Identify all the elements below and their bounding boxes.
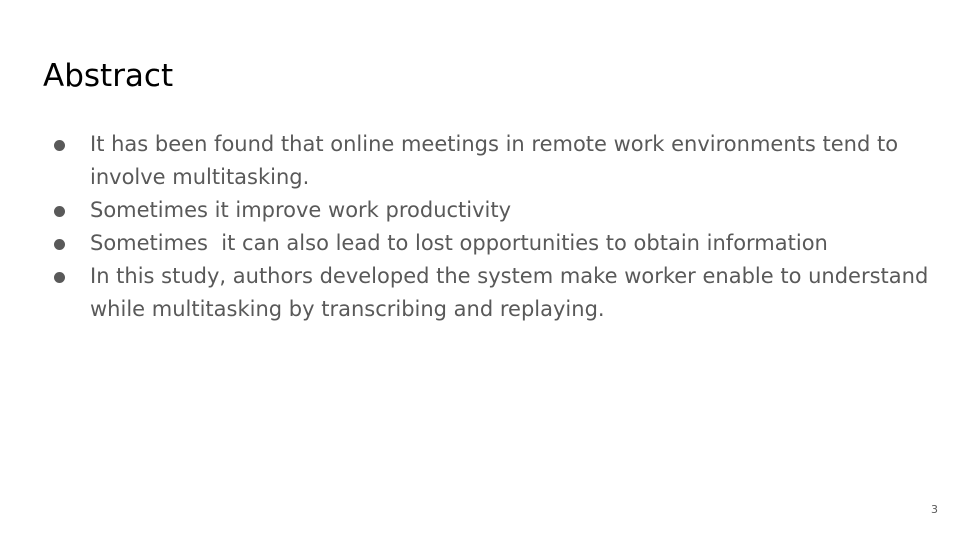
bullet-item: Sometimes it improve work productivity	[51, 194, 931, 227]
bullet-dot-icon	[54, 206, 65, 217]
page-number: 3	[931, 503, 938, 516]
bullet-list: It has been found that online meetings i…	[51, 128, 931, 326]
bullet-item: It has been found that online meetings i…	[51, 128, 931, 194]
bullet-dot-icon	[54, 272, 65, 283]
bullet-text: Sometimes it improve work productivity	[90, 198, 512, 222]
bullet-dot-icon	[54, 140, 65, 151]
bullet-text: In this study, authors developed the sys…	[90, 264, 935, 321]
bullet-dot-icon	[54, 239, 65, 250]
bullet-item: In this study, authors developed the sys…	[51, 260, 931, 326]
bullet-text: Sometimes it can also lead to lost oppor…	[90, 231, 828, 255]
bullet-text: It has been found that online meetings i…	[90, 132, 905, 189]
bullet-item: Sometimes it can also lead to lost oppor…	[51, 227, 931, 260]
slide: Abstract It has been found that online m…	[0, 0, 960, 540]
slide-title: Abstract	[43, 58, 174, 94]
